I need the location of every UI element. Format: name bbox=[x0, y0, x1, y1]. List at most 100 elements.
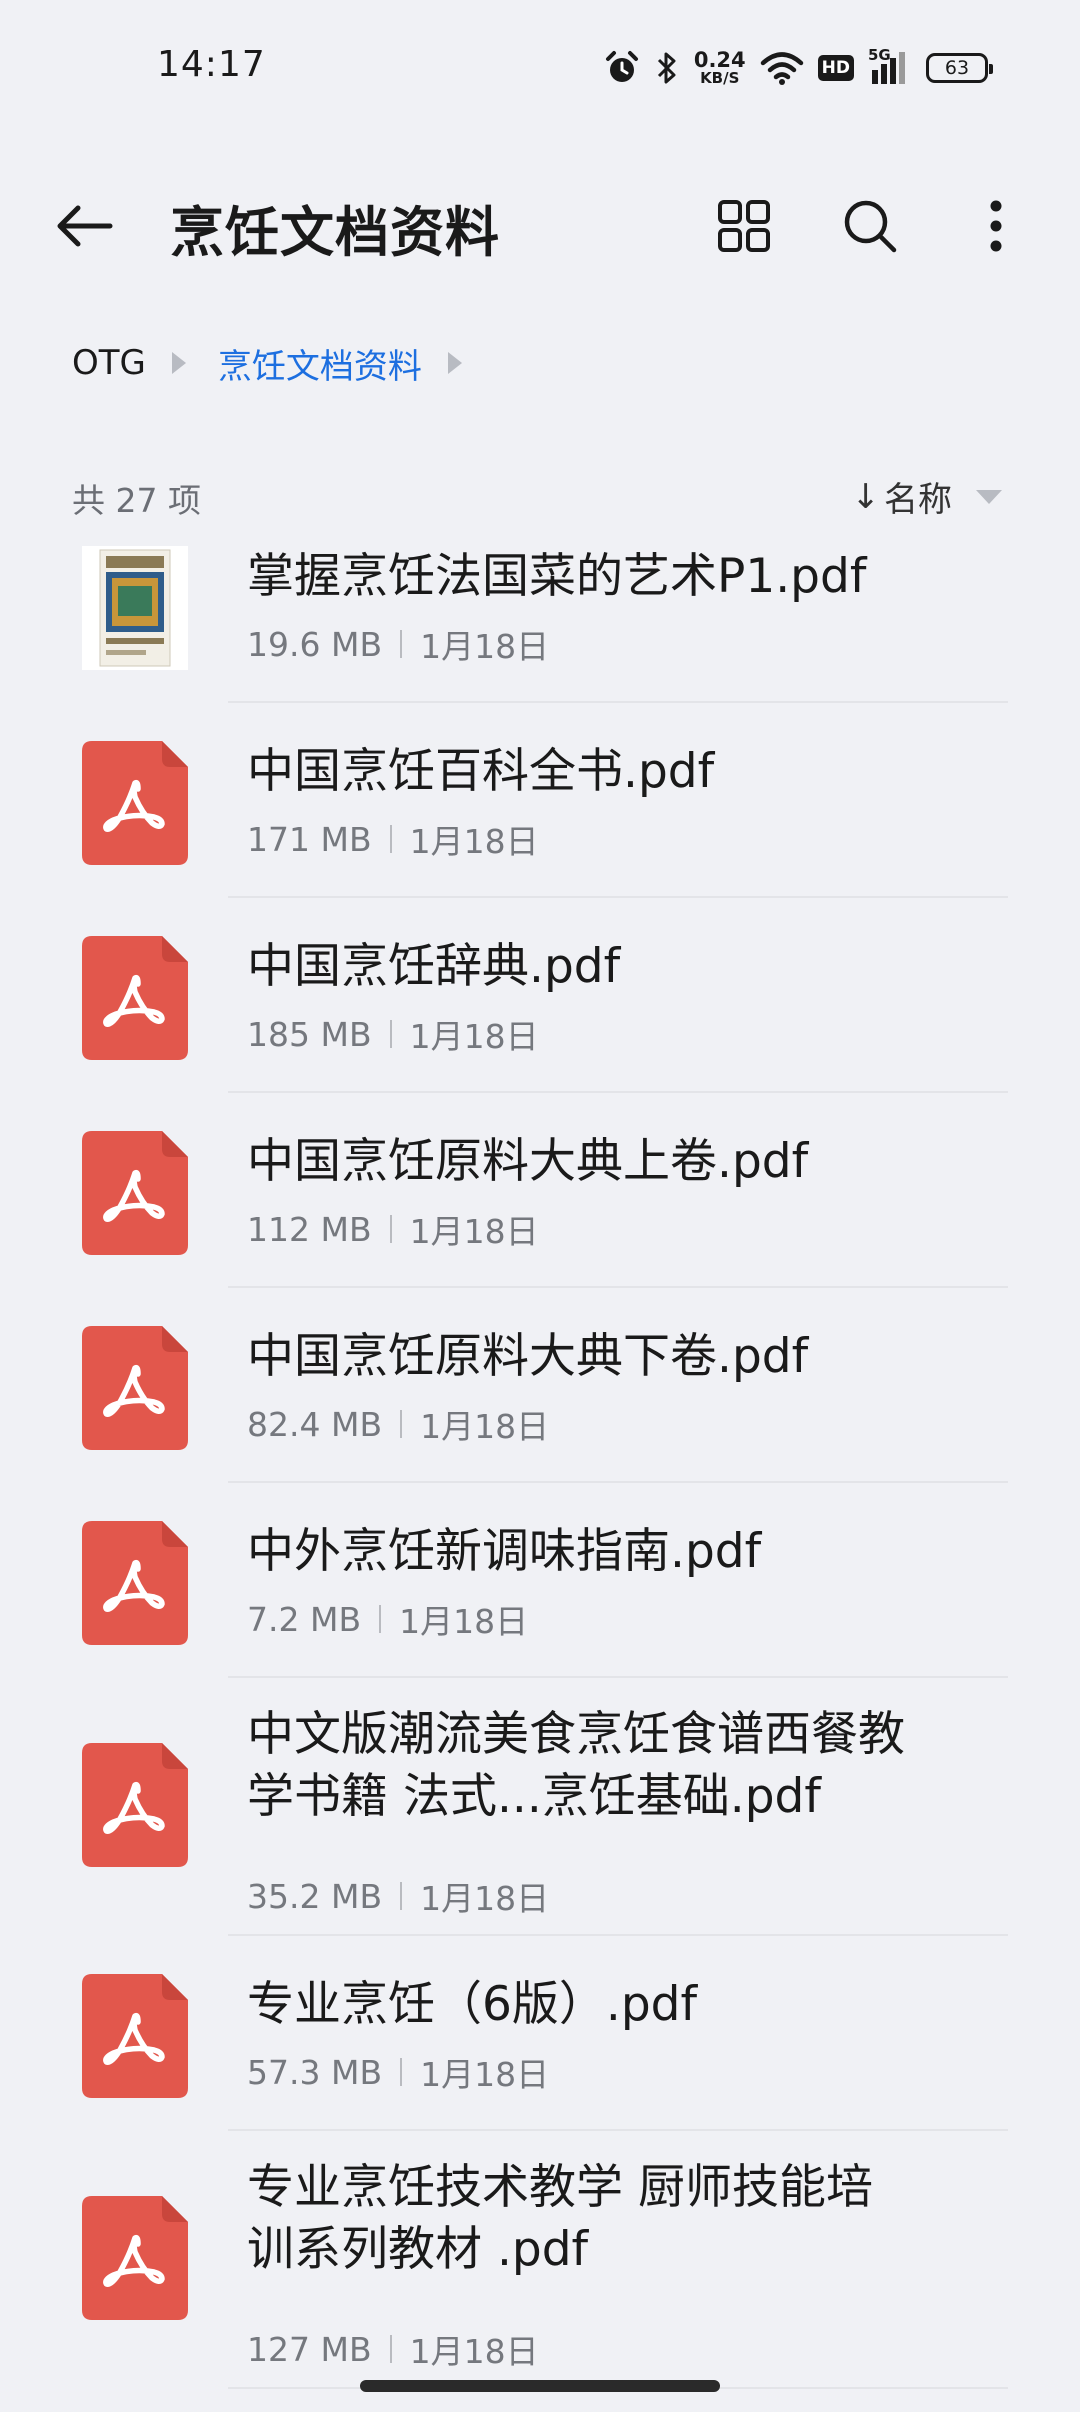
file-name: 中国烹饪原料大典下卷.pdf bbox=[247, 1329, 809, 1384]
book-cover-thumbnail bbox=[82, 546, 188, 670]
meta-separator bbox=[400, 1410, 403, 1438]
file-name: 专业烹饪（6版）.pdf bbox=[247, 1977, 698, 2032]
status-time: 14:17 bbox=[157, 44, 266, 85]
file-list-item[interactable]: 中外烹饪新调味指南.pdf 7.2 MB 1月18日 bbox=[0, 1481, 1080, 1678]
breadcrumb-item-current[interactable]: 烹饪文档资料 bbox=[218, 339, 422, 388]
grid-view-icon bbox=[718, 200, 770, 252]
list-header: 共 27 项 ↓ 名称 bbox=[72, 470, 1002, 520]
meta-separator bbox=[400, 630, 403, 658]
file-date: 1月18日 bbox=[409, 822, 539, 861]
meta-separator bbox=[400, 2058, 403, 2086]
wifi-icon bbox=[760, 50, 804, 86]
file-date: 1月18日 bbox=[420, 627, 550, 666]
sort-dropdown-icon bbox=[976, 489, 1002, 504]
file-size: 171 MB bbox=[247, 819, 372, 859]
file-name: 专业烹饪技术教学 厨师技能培训系列教材 .pdf bbox=[247, 2160, 873, 2277]
search-button[interactable] bbox=[834, 190, 906, 262]
breadcrumb-separator-icon bbox=[447, 352, 462, 374]
sort-label: 名称 bbox=[884, 480, 952, 520]
sort-button[interactable]: ↓ 名称 bbox=[851, 472, 1002, 521]
pdf-icon bbox=[82, 1974, 188, 2098]
status-icons: 0.24 KB/S HD 5G 63 bbox=[604, 44, 993, 92]
back-button[interactable] bbox=[48, 190, 120, 262]
file-date: 1月18日 bbox=[420, 1407, 550, 1446]
file-date: 1月18日 bbox=[409, 2332, 539, 2371]
grid-view-button[interactable] bbox=[708, 190, 780, 262]
back-arrow-icon bbox=[57, 205, 113, 247]
file-list-item[interactable]: 中国烹饪原料大典下卷.pdf 82.4 MB 1月18日 bbox=[0, 1286, 1080, 1483]
file-meta: 171 MB 1月18日 bbox=[247, 815, 539, 863]
network-speed-unit: KB/S bbox=[700, 69, 740, 87]
file-size: 127 MB bbox=[247, 2329, 372, 2369]
file-size: 57.3 MB bbox=[247, 2052, 383, 2092]
network-speed-value: 0.24 bbox=[693, 48, 746, 72]
file-meta: 35.2 MB 1月18日 bbox=[247, 1872, 549, 1920]
file-size: 19.6 MB bbox=[247, 624, 383, 664]
signal-icon: 5G bbox=[868, 46, 912, 88]
pdf-icon bbox=[82, 1326, 188, 1450]
file-meta: 19.6 MB 1月18日 bbox=[247, 620, 549, 668]
file-list-item[interactable]: 专业烹饪（6版）.pdf 57.3 MB 1月18日 bbox=[0, 1934, 1080, 2131]
file-list-item[interactable]: 中国烹饪百科全书.pdf 171 MB 1月18日 bbox=[0, 701, 1080, 898]
file-list-item[interactable]: 掌握烹饪法国菜的艺术P1.pdf 19.6 MB 1月18日 bbox=[0, 538, 1080, 703]
file-list: 掌握烹饪法国菜的艺术P1.pdf 19.6 MB 1月18日 中国烹饪百科全书.pdf… bbox=[0, 538, 1080, 2412]
battery-icon: 63 bbox=[926, 53, 993, 83]
pdf-icon bbox=[82, 936, 188, 1060]
search-icon bbox=[844, 200, 897, 253]
alarm-icon bbox=[604, 50, 640, 86]
file-size: 82.4 MB bbox=[247, 1404, 383, 1444]
page-title: 烹饪文档资料 bbox=[170, 201, 500, 264]
file-size: 112 MB bbox=[247, 1209, 372, 1249]
meta-separator bbox=[389, 2335, 392, 2363]
hd-badge: HD bbox=[817, 55, 854, 81]
file-list-item[interactable]: 中文版潮流美食烹饪食谱西餐教学书籍 法式...烹饪基础.pdf 35.2 MB 1月… bbox=[0, 1676, 1080, 1936]
file-date: 1月18日 bbox=[420, 2055, 550, 2094]
item-count: 共 27 项 bbox=[72, 481, 201, 520]
file-name: 中国烹饪原料大典上卷.pdf bbox=[247, 1134, 809, 1189]
network-speed: 0.24 KB/S bbox=[694, 50, 746, 86]
file-meta: 185 MB 1月18日 bbox=[247, 1010, 539, 1058]
file-name: 中外烹饪新调味指南.pdf bbox=[247, 1524, 762, 1579]
file-size: 7.2 MB bbox=[247, 1599, 362, 1639]
pdf-icon bbox=[82, 741, 188, 865]
file-name: 中文版潮流美食烹饪食谱西餐教学书籍 法式...烹饪基础.pdf bbox=[247, 1707, 905, 1824]
file-name: 掌握烹饪法国菜的艺术P1.pdf bbox=[247, 549, 867, 604]
file-date: 1月18日 bbox=[409, 1017, 539, 1056]
file-name: 中国烹饪辞典.pdf bbox=[247, 939, 621, 994]
status-bar: 14:17 0.24 KB/S HD 5G 63 bbox=[0, 0, 1080, 120]
file-manager-screen: 14:17 0.24 KB/S HD 5G 63 烹饪文档资料 OTG 烹饪文档… bbox=[0, 0, 1080, 2412]
file-meta: 112 MB 1月18日 bbox=[247, 1205, 539, 1253]
file-date: 1月18日 bbox=[420, 1879, 550, 1918]
more-options-button[interactable] bbox=[960, 190, 1032, 262]
breadcrumb-item-otg[interactable]: OTG bbox=[72, 343, 146, 383]
pdf-icon bbox=[82, 1131, 188, 1255]
file-list-item[interactable]: 中国烹饪辞典.pdf 185 MB 1月18日 bbox=[0, 896, 1080, 1093]
file-size: 185 MB bbox=[247, 1014, 372, 1054]
bluetooth-icon bbox=[654, 49, 680, 87]
file-date: 1月18日 bbox=[399, 1602, 529, 1641]
more-vertical-icon bbox=[990, 200, 1002, 252]
meta-separator bbox=[389, 1215, 392, 1243]
home-indicator[interactable] bbox=[360, 2380, 720, 2392]
meta-separator bbox=[379, 1605, 382, 1633]
file-list-item[interactable]: 中国烹饪原料大典上卷.pdf 112 MB 1月18日 bbox=[0, 1091, 1080, 1288]
meta-separator bbox=[389, 1020, 392, 1048]
file-size: 35.2 MB bbox=[247, 1876, 383, 1916]
file-meta: 127 MB 1月18日 bbox=[247, 2325, 539, 2373]
breadcrumb: OTG 烹饪文档资料 bbox=[72, 339, 494, 388]
app-bar: 烹饪文档资料 bbox=[0, 170, 1080, 280]
breadcrumb-separator-icon bbox=[171, 352, 186, 374]
meta-separator bbox=[389, 825, 392, 853]
file-meta: 82.4 MB 1月18日 bbox=[247, 1400, 549, 1448]
file-meta: 7.2 MB 1月18日 bbox=[247, 1595, 528, 1643]
meta-separator bbox=[400, 1882, 403, 1910]
pdf-icon bbox=[82, 2196, 188, 2320]
battery-level: 63 bbox=[944, 57, 970, 79]
file-date: 1月18日 bbox=[409, 1212, 539, 1251]
pdf-icon bbox=[82, 1743, 188, 1867]
pdf-icon bbox=[82, 1521, 188, 1645]
file-name: 中国烹饪百科全书.pdf bbox=[247, 744, 715, 799]
sort-direction-icon: ↓ bbox=[851, 476, 881, 517]
file-list-item[interactable]: 专业烹饪技术教学 厨师技能培训系列教材 .pdf 127 MB 1月18日 bbox=[0, 2129, 1080, 2389]
file-meta: 57.3 MB 1月18日 bbox=[247, 2048, 549, 2096]
